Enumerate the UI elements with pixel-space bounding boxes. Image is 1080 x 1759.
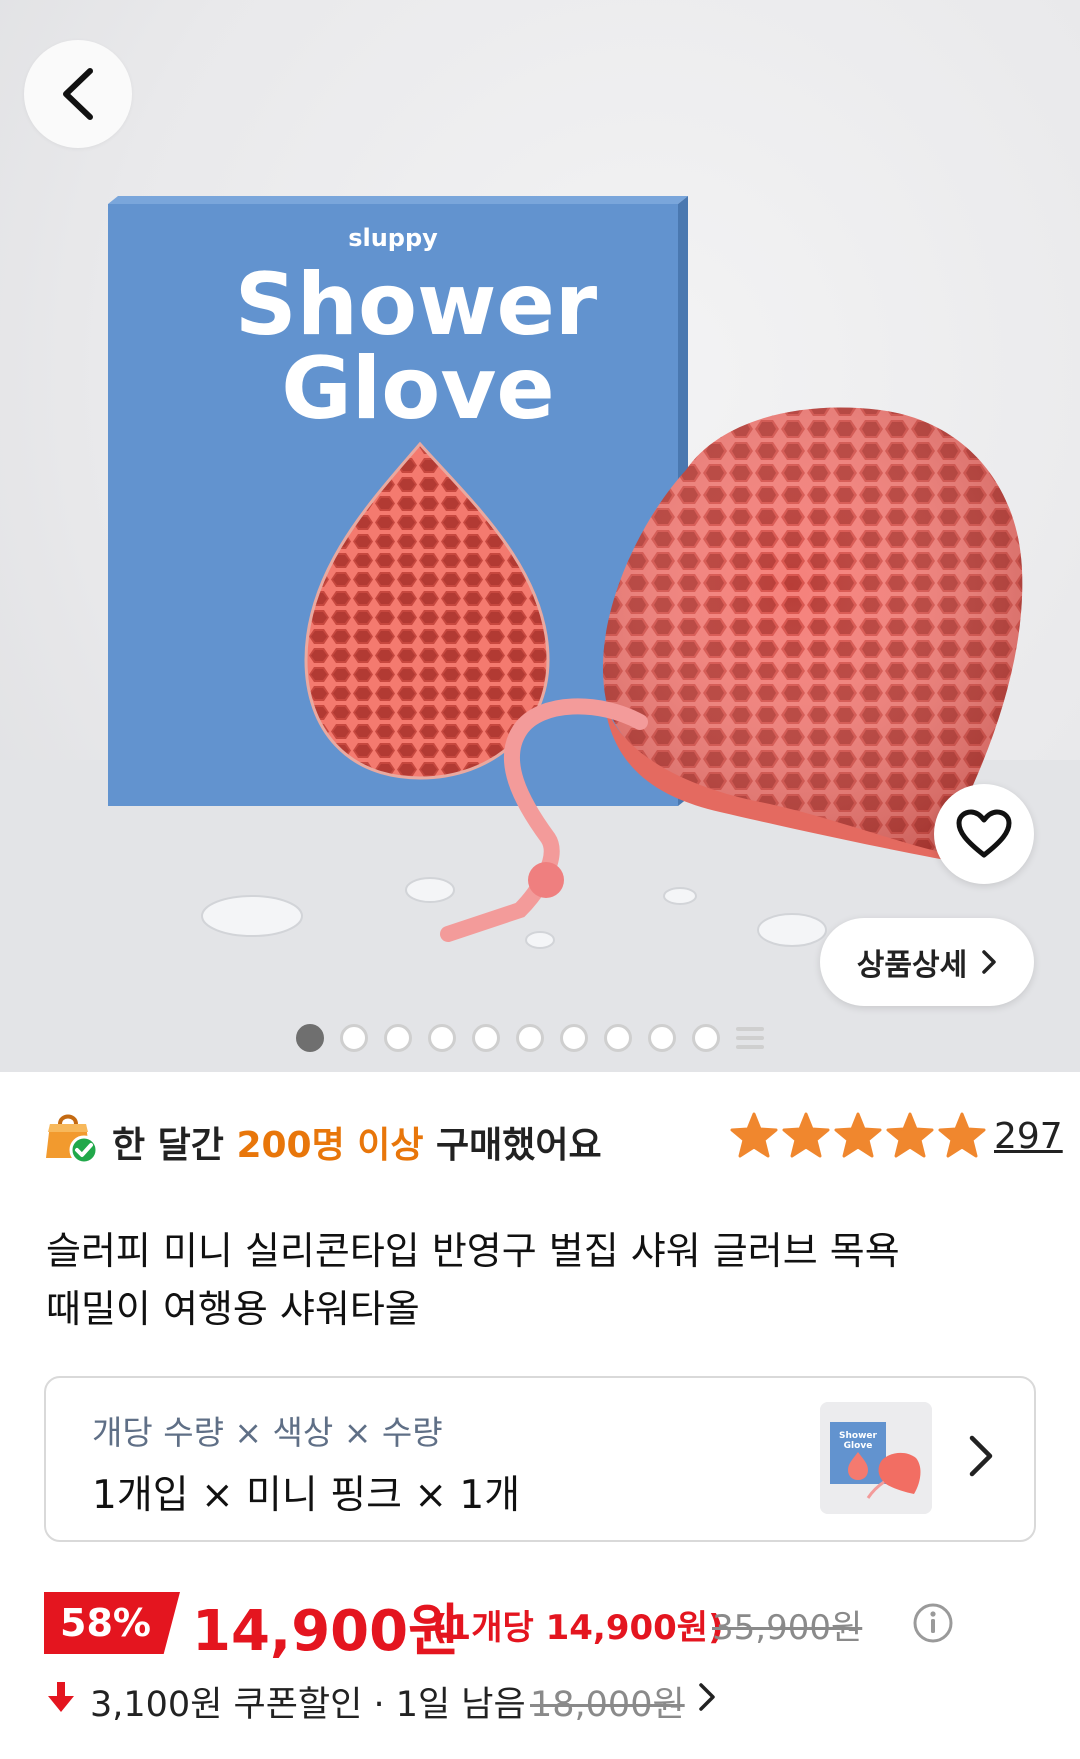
arrow-down-icon xyxy=(48,1682,74,1712)
carousel-dot[interactable] xyxy=(648,1024,676,1052)
option-value: 1개입 × 미니 핑크 × 1개 xyxy=(92,1473,521,1518)
chevron-right-icon xyxy=(969,1435,993,1477)
coupon-strike-price: 18,000원 xyxy=(530,1685,685,1725)
purchase-count-highlight: 200명 이상 xyxy=(236,1125,424,1166)
star-icon xyxy=(730,1112,778,1158)
product-title-line: 때밀이 여행용 샤워타올 xyxy=(46,1287,420,1331)
purchase-stats: 한 달간 200명 이상 구매했어요 297 xyxy=(44,1104,1063,1170)
carousel-dot[interactable] xyxy=(692,1024,720,1052)
svg-text:sluppy: sluppy xyxy=(348,224,438,252)
star-icon xyxy=(938,1112,986,1158)
chevron-left-icon xyxy=(63,68,93,120)
product-title-line: 슬러피 미니 실리콘타입 반영구 벌집 샤워 글러브 목욕 xyxy=(46,1229,900,1273)
carousel-dot[interactable] xyxy=(516,1024,544,1052)
svg-text:Glove: Glove xyxy=(281,339,555,439)
info-icon[interactable] xyxy=(912,1602,954,1644)
carousel-dot[interactable] xyxy=(340,1024,368,1052)
carousel-dot[interactable] xyxy=(428,1024,456,1052)
unit-price: (1개당 14,900원) xyxy=(432,1608,724,1648)
chevron-right-icon xyxy=(982,950,996,974)
discount-badge: 58% xyxy=(44,1592,180,1654)
carousel-dot[interactable] xyxy=(604,1024,632,1052)
coupon-row[interactable]: 3,100원 쿠폰할인 · 1일 남음 18,000원 xyxy=(44,1670,1044,1726)
more-images-icon[interactable] xyxy=(736,1024,764,1052)
option-thumbnail: Shower Glove xyxy=(820,1402,932,1514)
sale-price: 14,900원 xyxy=(192,1599,460,1664)
svg-text:Glove: Glove xyxy=(844,1441,873,1451)
product-image-carousel[interactable]: sluppy Shower Glove 상품상세 xyxy=(0,0,1080,1072)
product-detail-label: 상품상세 xyxy=(856,948,968,983)
carousel-dot[interactable] xyxy=(296,1024,324,1052)
star-icon xyxy=(782,1112,830,1158)
shopping-bag-check-icon xyxy=(46,1114,99,1164)
price-row: 58% 14,900원 (1개당 14,900원) 35,900원 xyxy=(44,1586,1044,1664)
product-detail-button[interactable]: 상품상세 xyxy=(820,918,1034,1006)
carousel-dot[interactable] xyxy=(472,1024,500,1052)
option-selector[interactable]: 개당 수량 × 색상 × 수량 1개입 × 미니 핑크 × 1개 Shower … xyxy=(44,1376,1036,1542)
wishlist-button[interactable] xyxy=(934,784,1034,884)
carousel-indicator xyxy=(296,1018,764,1058)
purchase-count-text: 한 달간 200명 이상 구매했어요 xyxy=(112,1125,602,1166)
product-page: sluppy Shower Glove 상품상세 한 달간 200명 이상 구매… xyxy=(0,0,1080,1759)
product-title: 슬러피 미니 실리콘타입 반영구 벌집 샤워 글러브 목욕 때밀이 여행용 샤워… xyxy=(46,1222,1036,1338)
svg-text:Shower: Shower xyxy=(839,1431,877,1441)
review-count-link[interactable]: 297 xyxy=(994,1116,1063,1157)
carousel-dot[interactable] xyxy=(560,1024,588,1052)
coupon-discount-text: 3,100원 쿠폰할인 · 1일 남음 xyxy=(90,1685,526,1725)
product-photo: sluppy Shower Glove xyxy=(0,196,1080,1072)
back-button[interactable] xyxy=(24,40,132,148)
carousel-dot[interactable] xyxy=(384,1024,412,1052)
heart-icon xyxy=(956,809,1012,858)
original-price: 35,900원 xyxy=(712,1608,863,1648)
option-label: 개당 수량 × 색상 × 수량 xyxy=(92,1413,443,1452)
option-thumbnail-image: Shower Glove xyxy=(820,1402,932,1514)
star-icon xyxy=(886,1112,934,1158)
star-rating[interactable] xyxy=(730,1112,986,1158)
chevron-right-icon xyxy=(699,1683,715,1711)
star-icon xyxy=(834,1112,882,1158)
